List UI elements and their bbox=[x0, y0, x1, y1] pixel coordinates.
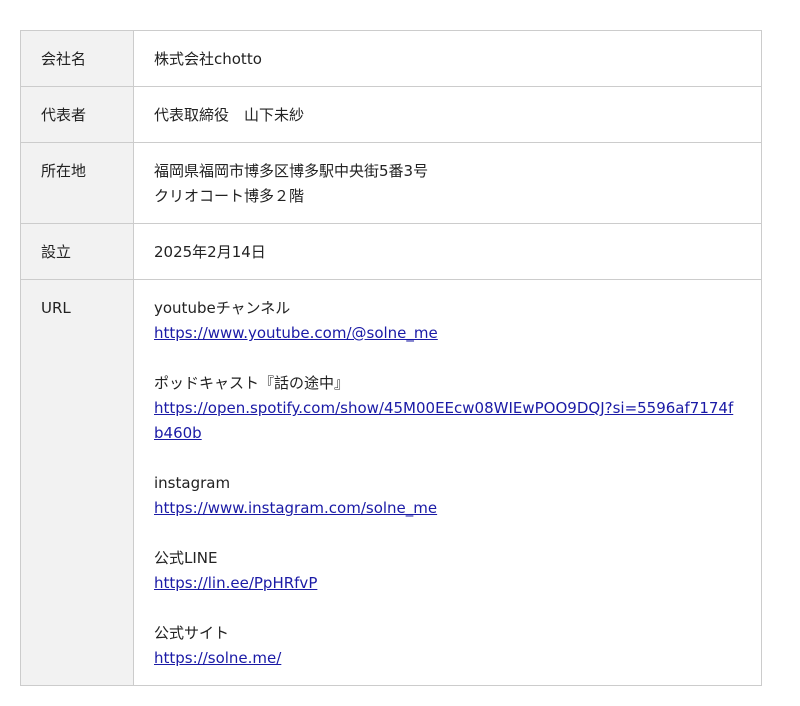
established-label: 設立 bbox=[20, 223, 134, 280]
representative-row: 代表者 代表取締役 山下未紗 bbox=[20, 86, 762, 143]
url-label: URL bbox=[20, 279, 134, 686]
youtube-link[interactable]: https://www.youtube.com/@solne_me bbox=[154, 321, 741, 346]
website-group: 公式サイト https://solne.me/ bbox=[154, 621, 741, 671]
url-row: URL youtubeチャンネル https://www.youtube.com… bbox=[20, 279, 762, 686]
instagram-link[interactable]: https://www.instagram.com/solne_me bbox=[154, 496, 741, 521]
line-group: 公式LINE https://lin.ee/PpHRfvP bbox=[154, 546, 741, 596]
podcast-group: ポッドキャスト『話の途中』 https://open.spotify.com/s… bbox=[154, 371, 741, 446]
established-value: 2025年2月14日 bbox=[133, 223, 762, 280]
address-value: 福岡県福岡市博多区博多駅中央街5番3号 クリオコート博多２階 bbox=[133, 142, 762, 224]
instagram-label: instagram bbox=[154, 474, 231, 492]
website-label: 公式サイト bbox=[154, 624, 230, 642]
line-link[interactable]: https://lin.ee/PpHRfvP bbox=[154, 571, 741, 596]
youtube-group: youtubeチャンネル https://www.youtube.com/@so… bbox=[154, 296, 741, 346]
url-list: youtubeチャンネル https://www.youtube.com/@so… bbox=[133, 279, 762, 686]
address-line-2: クリオコート博多２階 bbox=[154, 187, 305, 205]
company-info-table: 会社名 株式会社chotto 代表者 代表取締役 山下未紗 所在地 福岡県福岡市… bbox=[20, 30, 762, 686]
line-label: 公式LINE bbox=[154, 549, 218, 567]
youtube-label: youtubeチャンネル bbox=[154, 299, 291, 317]
company-name-label: 会社名 bbox=[20, 30, 134, 87]
company-name-row: 会社名 株式会社chotto bbox=[20, 30, 762, 87]
address-line-1: 福岡県福岡市博多区博多駅中央街5番3号 bbox=[154, 162, 429, 180]
representative-value: 代表取締役 山下未紗 bbox=[133, 86, 762, 143]
company-name-value: 株式会社chotto bbox=[133, 30, 762, 87]
address-row: 所在地 福岡県福岡市博多区博多駅中央街5番3号 クリオコート博多２階 bbox=[20, 142, 762, 224]
established-row: 設立 2025年2月14日 bbox=[20, 223, 762, 280]
website-link[interactable]: https://solne.me/ bbox=[154, 646, 741, 671]
instagram-group: instagram https://www.instagram.com/soln… bbox=[154, 471, 741, 521]
representative-label: 代表者 bbox=[20, 86, 134, 143]
podcast-label: ポッドキャスト『話の途中』 bbox=[154, 374, 350, 392]
podcast-link[interactable]: https://open.spotify.com/show/45M00EEcw0… bbox=[154, 396, 741, 446]
address-label: 所在地 bbox=[20, 142, 134, 224]
